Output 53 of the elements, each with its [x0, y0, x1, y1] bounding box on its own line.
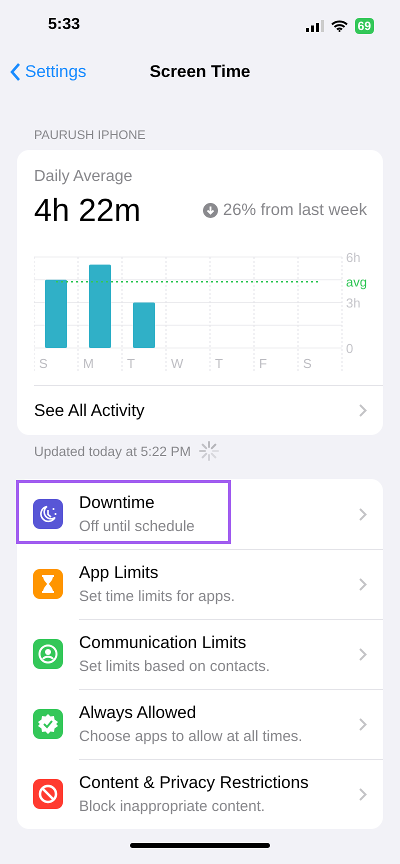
bar [45, 280, 67, 348]
chevron-icon [359, 648, 367, 660]
row-title: Always Allowed [79, 703, 198, 723]
nav-title: Screen Time [150, 62, 250, 82]
day-label: T [215, 356, 223, 371]
section-header: PAURUSH IPHONE [34, 128, 147, 142]
settings-row[interactable]: Content & Privacy Restrictions Block inappropriate content. [17, 759, 383, 829]
wifi-icon [330, 20, 348, 32]
battery-level: 69 [354, 18, 374, 34]
status-time: 5:33 [48, 16, 80, 34]
axis-tick-label: 0 [346, 341, 354, 356]
row-title: App Limits [79, 563, 160, 583]
down-arrow-circle-icon [203, 203, 218, 218]
moon-clock-icon [39, 505, 57, 523]
row-subtitle: Set time limits for apps. [79, 588, 235, 605]
chevron-icon [359, 404, 367, 417]
summary-label: Daily Average [34, 168, 134, 186]
chevron-icon [359, 578, 367, 590]
row-title: Downtime [79, 493, 156, 513]
chevron-icon [359, 788, 367, 800]
day-label: S [39, 356, 48, 371]
row-subtitle: Choose apps to allow at all times. [79, 728, 302, 745]
settings-row[interactable]: Downtime Off until schedule [17, 479, 383, 549]
axis-tick-label: 3h [346, 296, 360, 310]
settings-row[interactable]: App Limits Set time limits for apps. [17, 549, 383, 619]
change-text: 26% from last week [223, 201, 367, 220]
row-title: Communication Limits [79, 633, 248, 653]
no-entry-icon [38, 784, 58, 804]
day-label: S [303, 356, 312, 371]
row-subtitle: Set limits based on contacts. [79, 658, 270, 675]
row-subtitle: Block inappropriate content. [79, 798, 266, 815]
settings-row[interactable]: Always Allowed Choose apps to allow at all times. [17, 689, 383, 759]
updated-text: Updated today at 5:22 PM [34, 444, 191, 458]
chevron-icon [359, 508, 367, 520]
bar [133, 302, 155, 348]
hourglass-icon [40, 574, 56, 594]
chevron-icon [359, 718, 367, 730]
day-label: T [127, 356, 135, 371]
day-label: F [259, 356, 267, 371]
see-all-activity-label: See All Activity [34, 400, 145, 420]
signal-icon [306, 20, 324, 32]
row-title: Content & Privacy Restrictions [79, 773, 309, 793]
see-all-activity-row[interactable]: See All Activity [34, 385, 383, 435]
row-subtitle: Off until schedule [79, 518, 195, 535]
spinner-icon [198, 441, 219, 461]
daily-average-value: 4h 22m [34, 192, 141, 229]
settings-row[interactable]: Communication Limits Set limits based on contacts. [17, 619, 383, 689]
person-circle-icon [38, 644, 58, 664]
day-label: M [83, 356, 94, 371]
axis-tick-label: 6h [346, 250, 360, 265]
day-label: W [171, 356, 184, 371]
average-label: avg [346, 274, 367, 290]
back-chevron-icon [10, 63, 21, 81]
